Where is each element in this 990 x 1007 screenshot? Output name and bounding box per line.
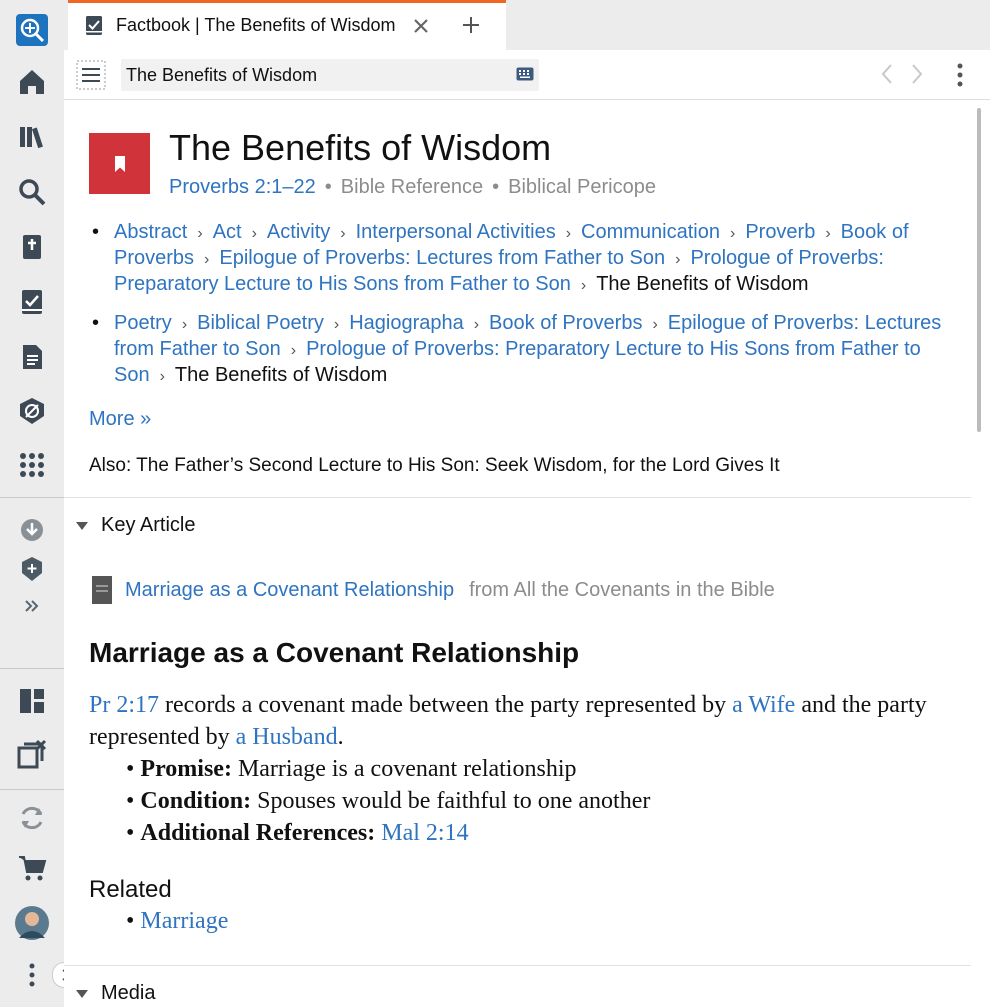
bible-icon[interactable] [12,227,52,267]
search-box [121,59,539,91]
breadcrumb-link[interactable]: Epilogue of Proverbs: Lectures from Fath… [219,247,665,269]
chevron-right-icon [912,64,923,84]
back-button[interactable] [880,62,894,91]
breadcrumb-link[interactable]: Poetry [114,312,172,334]
plus-icon [463,17,479,33]
more-vertical-icon [957,63,963,87]
key-article-source: from All the Covenants in the Bible [469,578,775,601]
panel-more-button[interactable] [950,60,970,90]
cart-icon[interactable] [12,848,52,888]
type-label-1: Bible Reference [340,176,484,198]
divider [64,965,971,966]
article-heading: Marriage as a Covenant Relationship [89,637,580,668]
forward-button[interactable] [910,62,924,91]
close-icon [414,19,428,33]
key-article-row: Marriage as a Covenant Relationship from… [92,576,775,604]
media-header[interactable]: Media [76,982,155,1005]
more-vertical-icon[interactable] [12,955,52,995]
sync-icon[interactable] [12,798,52,838]
breadcrumb-link[interactable]: Biblical Poetry [197,312,324,334]
tab-title: Factbook | The Benefits of Wisdom [116,15,396,35]
book-icon [92,576,112,604]
entry-subtitle: Proverbs 2:1–22 • Bible Reference • Biblical… [169,176,656,198]
breadcrumb-current: The Benefits of Wisdom [174,364,388,386]
factbook-panel: The Benefits of Wisdom Proverbs 2:1–22•B… [64,50,990,1007]
also-known-as: Also: The Father’s Second Lecture to His… [89,455,780,476]
factbook-icon[interactable] [12,282,52,322]
related-item: • Marriage [126,908,229,934]
tab-bar: Factbook | The Benefits of Wisdom [64,0,990,50]
item-text: Marriage is a covenant relationship [231,756,577,782]
shield-plus-icon[interactable] [12,549,52,589]
close-panels-icon[interactable] [12,735,52,775]
scripture-link[interactable]: Pr 2:17 [89,692,159,718]
download-icon[interactable] [12,510,52,550]
key-article-label: Key Article [101,514,196,536]
breadcrumb: • Abstract › Act › Activity › Interpersonal Ac… [92,221,909,295]
key-article-link[interactable]: Marriage as a Covenant Relationship [125,579,454,602]
avatar[interactable] [12,903,52,943]
tab-factbook[interactable]: Factbook | The Benefits of Wisdom [68,0,506,50]
related-heading: Related [89,876,172,903]
library-icon[interactable] [12,117,52,157]
reference-link[interactable]: Proverbs 2:1–22 [169,176,316,198]
paragraph-text: . [337,724,344,750]
wife-link[interactable]: a Wife [732,692,795,718]
panel-menu-button[interactable] [76,60,106,90]
bookmark-icon [114,155,125,172]
menu-icon [76,60,106,90]
factbook-tab-icon [84,15,104,42]
logos-app-icon[interactable] [12,10,52,50]
left-sidebar [0,0,78,1007]
more-link[interactable]: More » [89,408,151,431]
additional-reference-link[interactable]: Mal 2:14 [381,820,468,846]
list-item: • Condition: Spouses would be faithful t… [126,788,651,814]
item-label: Condition: [140,788,252,814]
page-title: The Benefits of Wisdom [169,127,552,168]
search-icon[interactable] [12,172,52,212]
article-paragraph: Pr 2:17 records a covenant made between … [89,689,959,753]
breadcrumb-link[interactable]: Act [213,221,242,243]
factbook-content: The Benefits of Wisdom Proverbs 2:1–22 • B… [64,100,974,1007]
item-text: Spouses would be faithful to one another [251,788,651,814]
breadcrumb-link[interactable]: Hagiographa [349,312,464,334]
home-icon[interactable] [12,62,52,102]
collapse-triangle-icon [76,989,88,998]
item-label: Promise: [140,756,232,782]
breadcrumb: • Poetry › Biblical Poetry › Hagiographa › Boo… [92,312,942,386]
item-label: Additional References: [140,820,376,846]
list-item: • Promise: Marriage is a covenant relati… [126,756,577,782]
divider [64,497,971,498]
breadcrumb-link[interactable]: Communication [581,221,720,243]
apps-grid-icon[interactable] [12,445,52,485]
breadcrumb-link[interactable]: Activity [267,221,330,243]
panel-toolbar [64,50,990,100]
explorer-shield-icon[interactable] [12,391,52,431]
breadcrumb-link[interactable]: Book of Proverbs [489,312,642,334]
collapse-triangle-icon [76,521,88,530]
search-input[interactable] [126,63,506,87]
scrollbar-thumb[interactable] [977,108,981,432]
layouts-icon[interactable] [12,681,52,721]
expand-double-chevron-icon[interactable] [12,586,52,626]
key-article-header[interactable]: Key Article [76,514,195,537]
new-tab-button[interactable] [456,10,486,40]
documents-icon[interactable] [12,337,52,377]
close-tab-button[interactable] [408,13,434,39]
paragraph-text: records a covenant made between the part… [159,692,733,718]
list-item: • Additional References: Mal 2:14 [126,820,469,846]
breadcrumb-link[interactable]: Interpersonal Activities [356,221,556,243]
type-label-2: Biblical Pericope [508,176,656,198]
bookmark-badge [89,133,150,194]
media-label: Media [101,982,156,1004]
breadcrumb-current: The Benefits of Wisdom [596,273,809,295]
breadcrumb-link[interactable]: Proverb [745,221,815,243]
keyboard-icon[interactable] [516,67,534,86]
breadcrumb-link[interactable]: Abstract [114,221,187,243]
chevron-left-icon [881,64,892,84]
related-link[interactable]: Marriage [140,908,228,934]
husband-link[interactable]: a Husband [236,724,338,750]
